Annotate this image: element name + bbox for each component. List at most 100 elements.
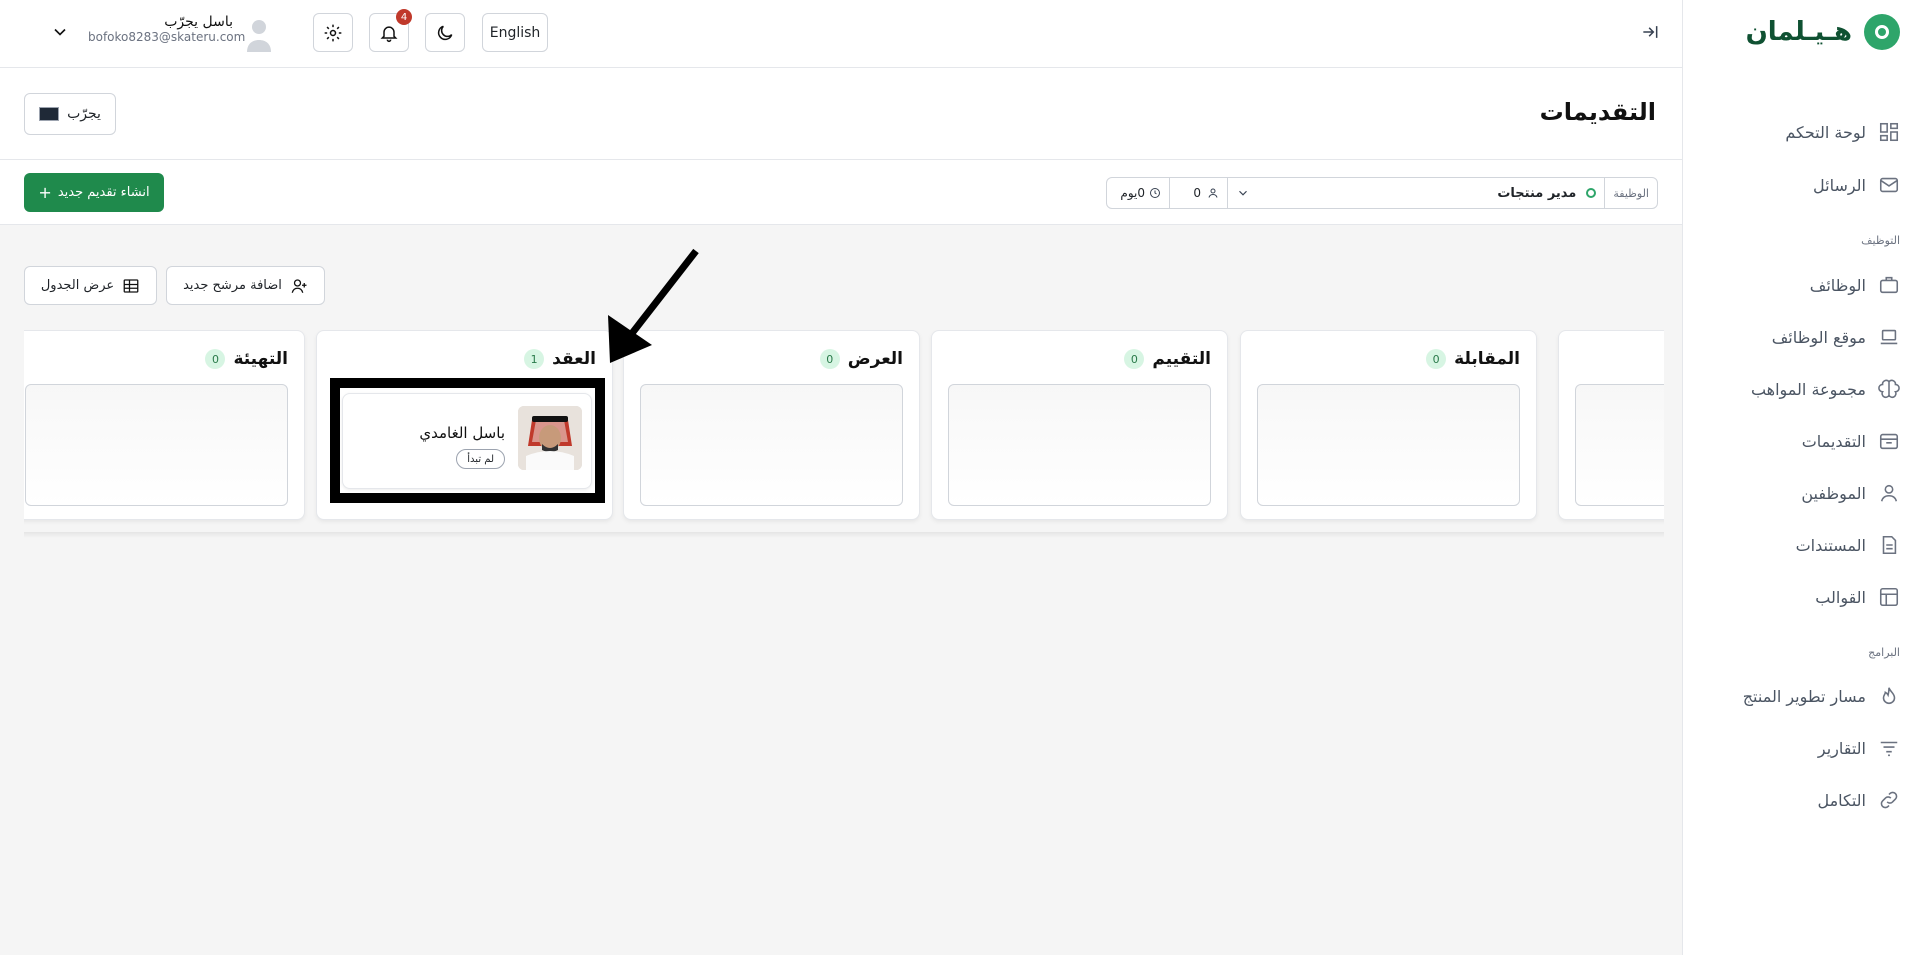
column-count: 0 xyxy=(1124,349,1145,369)
job-status-icon xyxy=(1586,188,1597,198)
user-email: bofoko8283@skateru.com xyxy=(88,30,246,44)
page-title: التقديمات xyxy=(1539,98,1656,126)
language-label: English xyxy=(489,24,541,41)
kanban-column xyxy=(1558,330,1664,520)
link-icon xyxy=(1880,791,1898,809)
sidebar: هـيـلمان لوحة التحكم الرسائل التوظيف الو… xyxy=(1682,0,1920,955)
chevron-down-icon xyxy=(1239,190,1247,196)
candidate-status-badge: لم تبدأ xyxy=(456,449,505,469)
kanban-board: المقابلة 0 التقييم 0 العرض 0 العقد 1 باس… xyxy=(24,330,1664,540)
moon-icon xyxy=(437,25,453,40)
sidebar-item-label: القوالب xyxy=(1815,587,1866,607)
sidebar-item-talent-pool[interactable]: مجموعة المواهب xyxy=(1682,369,1920,409)
sidebar-item-documents[interactable]: المستندات xyxy=(1682,525,1920,565)
sidebar-item-jobs[interactable]: الوظائف xyxy=(1682,265,1920,305)
sidebar-item-templates[interactable]: القوالب xyxy=(1682,577,1920,617)
applicants-count: 0 xyxy=(1169,178,1227,208)
sidebar-item-applications[interactable]: التقديمات xyxy=(1682,421,1920,461)
flame-icon xyxy=(1882,687,1896,705)
sidebar-item-label: التقديمات xyxy=(1801,431,1866,451)
sidebar-item-label: مسار تطوير المنتج xyxy=(1742,686,1866,706)
sidebar-item-integrations[interactable]: التكامل xyxy=(1682,780,1920,820)
sidebar-item-messages[interactable]: الرسائل xyxy=(1682,165,1920,205)
theme-toggle-button[interactable] xyxy=(425,13,465,52)
applicants-count-value: 0 xyxy=(1193,186,1201,200)
add-candidate-label: اضافة مرشح جديد xyxy=(183,278,282,293)
column-dropzone[interactable] xyxy=(1575,384,1664,506)
tester-label: يجرّب xyxy=(67,106,101,122)
mail-icon xyxy=(1879,177,1899,193)
column-count: 0 xyxy=(1426,349,1447,369)
candidate-name: باسل الغامدي xyxy=(419,424,505,442)
sidebar-item-dashboard[interactable]: لوحة التحكم xyxy=(1682,112,1920,152)
candidate-photo xyxy=(518,406,582,470)
column-title: العرض xyxy=(847,349,903,369)
column-dropzone[interactable] xyxy=(948,384,1211,506)
annotation-arrow-icon xyxy=(608,248,699,363)
briefcase-icon xyxy=(1879,276,1899,294)
clock-icon xyxy=(1150,188,1160,198)
create-application-label: انشاء تقديم جديد xyxy=(57,185,150,200)
laptop-icon xyxy=(1880,329,1898,345)
brain-icon xyxy=(1878,379,1900,399)
kanban-column-evaluation: التقييم 0 xyxy=(931,330,1228,520)
flag-icon xyxy=(39,107,60,121)
logo[interactable]: هـيـلمان xyxy=(1746,14,1900,50)
column-title: التهيئة xyxy=(233,349,288,369)
document-icon xyxy=(1882,535,1897,555)
column-count: 0 xyxy=(205,349,226,369)
user-icon xyxy=(1208,188,1218,198)
settings-button[interactable] xyxy=(313,13,353,52)
inbox-icon xyxy=(1879,433,1899,450)
table-view-label: عرض الجدول xyxy=(40,278,115,293)
sidebar-item-employees[interactable]: الموظفين xyxy=(1682,473,1920,513)
column-dropzone[interactable] xyxy=(640,384,903,506)
topbar: English 4 باسل يجرّب bofoko8283@skateru.… xyxy=(0,0,1682,68)
logo-text: هـيـلمان xyxy=(1745,17,1852,47)
column-dropzone[interactable] xyxy=(1257,384,1520,506)
job-selector[interactable]: الوظيفة مدير منتجات 0 0يوم xyxy=(1106,177,1658,209)
column-title: العقد xyxy=(552,349,596,369)
gear-icon xyxy=(324,24,342,41)
table-view-button[interactable]: عرض الجدول xyxy=(24,266,157,305)
candidate-card[interactable]: باسل الغامدي لم تبدأ xyxy=(342,393,592,489)
collapse-sidebar-icon[interactable] xyxy=(1640,22,1664,46)
job-label: الوظيفة xyxy=(1604,178,1657,208)
days-count: 0يوم xyxy=(1107,178,1169,208)
user-info[interactable]: باسل يجرّب bofoko8283@skateru.com xyxy=(88,14,246,44)
days-value: 0يوم xyxy=(1120,186,1145,200)
page-header: التقديمات يجرّب xyxy=(0,68,1682,160)
sidebar-item-label: لوحة التحكم xyxy=(1785,122,1866,142)
language-button[interactable]: English xyxy=(482,13,548,52)
kanban-column-interview: المقابلة 0 xyxy=(1240,330,1537,520)
section-hiring: التوظيف xyxy=(1861,234,1900,247)
sidebar-item-label: التقارير xyxy=(1817,738,1866,758)
column-dropzone[interactable] xyxy=(25,384,288,506)
job-value: مدير منتجات xyxy=(1497,185,1577,201)
avatar[interactable] xyxy=(247,18,271,52)
job-toolbar: انشاء تقديم جديد + الوظيفة مدير منتجات 0… xyxy=(0,160,1682,225)
create-application-button[interactable]: انشاء تقديم جديد + xyxy=(24,173,164,212)
section-programs: البرامج xyxy=(1868,646,1900,659)
kanban-column-contract: العقد 1 باسل الغامدي لم تبدأ xyxy=(316,330,613,520)
sidebar-item-label: التكامل xyxy=(1817,790,1866,810)
sidebar-item-label: موقع الوظائف xyxy=(1771,327,1866,347)
sidebar-item-label: مجموعة المواهب xyxy=(1750,379,1866,399)
column-count: 1 xyxy=(524,349,545,369)
user-menu-chevron-down-icon[interactable] xyxy=(50,22,72,44)
filter-icon xyxy=(1880,741,1898,757)
job-select-value[interactable]: مدير منتجات xyxy=(1227,178,1604,208)
add-candidate-button[interactable]: اضافة مرشح جديد xyxy=(166,266,325,305)
sidebar-item-label: الوظائف xyxy=(1809,275,1866,295)
column-title: المقابلة xyxy=(1454,349,1520,369)
sidebar-item-label: الرسائل xyxy=(1813,175,1866,195)
plus-icon: + xyxy=(38,183,52,202)
tester-button[interactable]: يجرّب xyxy=(24,93,116,135)
sidebar-item-product-roadmap[interactable]: مسار تطوير المنتج xyxy=(1682,676,1920,716)
sidebar-item-careers-site[interactable]: موقع الوظائف xyxy=(1682,317,1920,357)
user-icon xyxy=(1880,484,1898,502)
layout-icon xyxy=(1879,587,1899,607)
user-plus-icon xyxy=(291,278,307,293)
sidebar-item-reports[interactable]: التقارير xyxy=(1682,728,1920,768)
notifications-button[interactable]: 4 xyxy=(369,9,412,52)
